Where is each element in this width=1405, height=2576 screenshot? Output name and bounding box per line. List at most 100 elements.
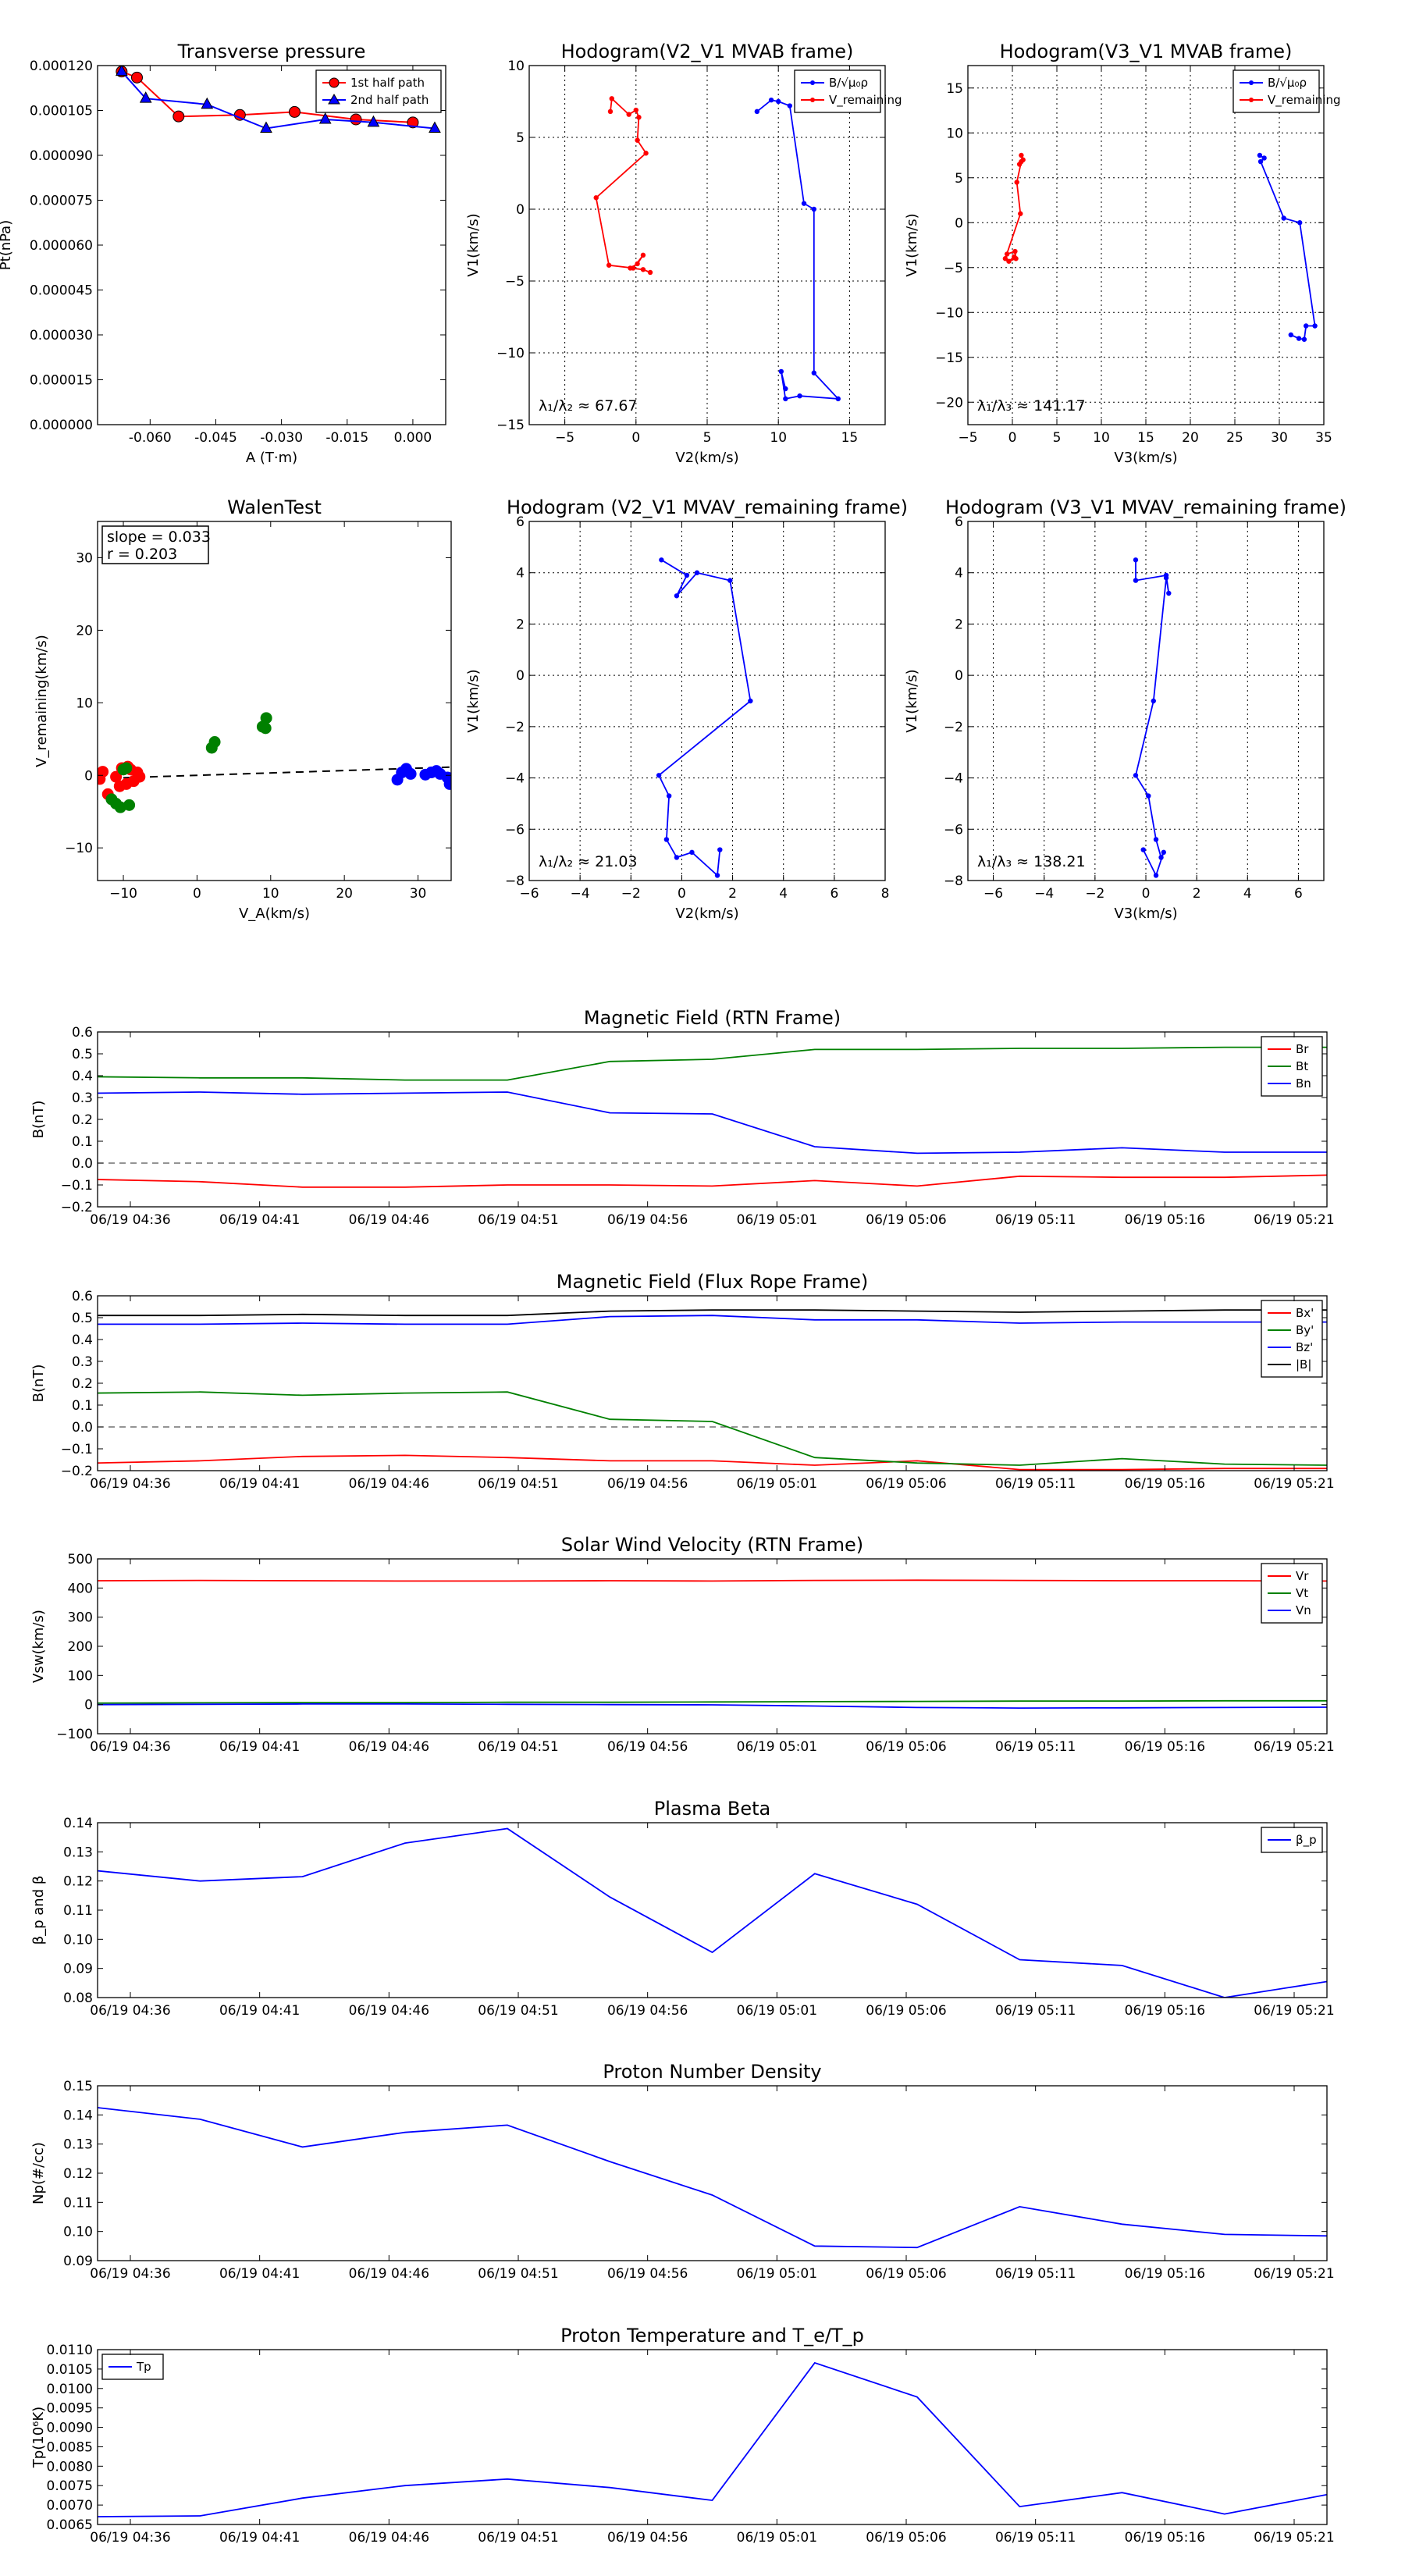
y-tick-label: 0 [516, 202, 525, 218]
data-point [636, 115, 642, 120]
y-tick-label: −4 [944, 771, 963, 787]
legend-marker [1249, 98, 1254, 102]
data-point [208, 736, 221, 749]
data-point [1133, 578, 1139, 583]
y-tick-label: 0.4 [72, 1069, 93, 1084]
data-point [684, 572, 690, 578]
y-tick-label: 0.11 [63, 2195, 93, 2211]
x-tick-label: 06/19 04:46 [349, 1212, 429, 1228]
y-tick-label: 0 [84, 1698, 93, 1713]
y-tick-label: −2 [505, 720, 525, 735]
y-tick-label: −0.2 [61, 1464, 93, 1479]
y-axis-label: V1(km/s) [465, 213, 482, 276]
y-tick-label: 10 [507, 59, 525, 74]
data-point [643, 151, 649, 156]
x-tick-label: 15 [841, 430, 859, 446]
x-tick-label: 06/19 05:16 [1125, 2003, 1205, 2019]
x-tick-label: 06/19 04:36 [90, 1212, 170, 1228]
chart-title: WalenTest [227, 496, 322, 518]
data-point [640, 267, 646, 272]
y-tick-label: 20 [76, 623, 93, 639]
data-point [1153, 837, 1159, 842]
x-tick-label: −2 [1085, 886, 1104, 902]
data-point [288, 105, 301, 118]
data-point [626, 112, 631, 117]
x-tick-label: 10 [770, 430, 787, 446]
data-point [754, 109, 760, 115]
data-point [797, 393, 802, 399]
data-point [350, 113, 362, 126]
x-tick-label: 06/19 04:56 [607, 1212, 688, 1228]
y-tick-label: 0.0075 [47, 2478, 93, 2494]
data-point [1004, 251, 1010, 257]
x-tick-label: 06/19 05:21 [1254, 2003, 1334, 2019]
legend-label: Bt [1296, 1059, 1308, 1073]
data-point [776, 98, 781, 105]
data-point [1288, 332, 1294, 338]
y-tick-label: 0 [84, 768, 93, 784]
x-tick-label: −2 [621, 886, 641, 902]
x-tick-label: 30 [410, 886, 427, 902]
y-tick-label: 0.000000 [30, 418, 93, 433]
x-tick-label: 06/19 04:56 [607, 2530, 688, 2546]
x-tick-label: 06/19 05:06 [866, 1739, 946, 1755]
y-tick-label: 0.10 [63, 2225, 93, 2240]
chart-title: Hodogram (V3_V1 MVAV_remaining frame) [945, 496, 1346, 518]
x-tick-label: 06/19 05:06 [866, 2266, 946, 2282]
legend-label: Br [1296, 1042, 1309, 1056]
legend: 1st half path 2nd half path [315, 69, 442, 113]
x-tick-label: -0.030 [260, 430, 303, 446]
data-point [173, 110, 185, 123]
data-point [694, 570, 700, 575]
y-tick-label: 5 [516, 130, 525, 146]
x-tick-label: 10 [1093, 430, 1110, 446]
x-tick-label: 06/19 05:06 [866, 1212, 946, 1228]
data-point [783, 396, 788, 402]
x-tick-label: 06/19 04:46 [349, 1476, 429, 1492]
chart-title: Solar Wind Velocity (RTN Frame) [561, 1534, 863, 1556]
data-point [1018, 211, 1023, 216]
x-axis-label: A (T·m) [246, 450, 297, 466]
y-tick-label: 0.09 [63, 2254, 93, 2269]
x-tick-label: 0 [1008, 430, 1017, 446]
x-tick-label: 06/19 04:46 [349, 2530, 429, 2546]
x-tick-label: 06/19 05:16 [1125, 1476, 1205, 1492]
y-tick-label: −100 [56, 1727, 93, 1742]
y-tick-label: 0.5 [72, 1311, 93, 1326]
y-tick-label: 0.1 [72, 1134, 93, 1150]
data-point [130, 71, 143, 84]
data-point [1153, 873, 1159, 878]
x-tick-label: -0.060 [129, 430, 172, 446]
x-axis-label: V_A(km/s) [239, 906, 310, 922]
x-tick-label: 10 [262, 886, 279, 902]
x-tick-label: 06/19 05:01 [737, 1212, 817, 1228]
data-point [120, 762, 133, 774]
y-tick-label: 15 [946, 81, 963, 97]
data-point [717, 847, 723, 852]
chart-title: Magnetic Field (RTN Frame) [584, 1007, 841, 1029]
data-point [1304, 323, 1309, 329]
y-tick-label: −6 [505, 822, 525, 838]
data-point [1297, 220, 1303, 226]
y-axis-label: B(nT) [30, 1364, 47, 1403]
legend-label: By' [1296, 1323, 1314, 1337]
y-tick-label: 0.14 [63, 2108, 93, 2123]
y-tick-label: 0.000030 [30, 328, 93, 343]
y-tick-label: 0 [955, 215, 963, 231]
y-tick-label: 4 [955, 566, 963, 582]
y-axis-label: Np(#/cc) [30, 2142, 47, 2204]
x-tick-label: 06/19 04:46 [349, 1739, 429, 1755]
y-tick-label: 0.2 [72, 1112, 93, 1128]
y-tick-label: 0.0080 [47, 2459, 93, 2475]
chart-title: Magnetic Field (Flux Rope Frame) [557, 1271, 868, 1293]
legend: Vr Vt Vn [1261, 1563, 1323, 1624]
x-axis-label: V3(km/s) [1114, 906, 1177, 922]
x-tick-label: 06/19 05:01 [737, 2530, 817, 2546]
data-point [674, 593, 680, 599]
y-tick-label: 0.14 [63, 1816, 93, 1831]
stats-text: slope = 0.033 [107, 528, 211, 546]
legend-label: Tp [136, 2360, 151, 2374]
x-tick-label: 06/19 05:21 [1254, 1476, 1334, 1492]
x-tick-label: 06/19 05:01 [737, 2266, 817, 2282]
x-tick-label: 06/19 04:36 [90, 2530, 170, 2546]
